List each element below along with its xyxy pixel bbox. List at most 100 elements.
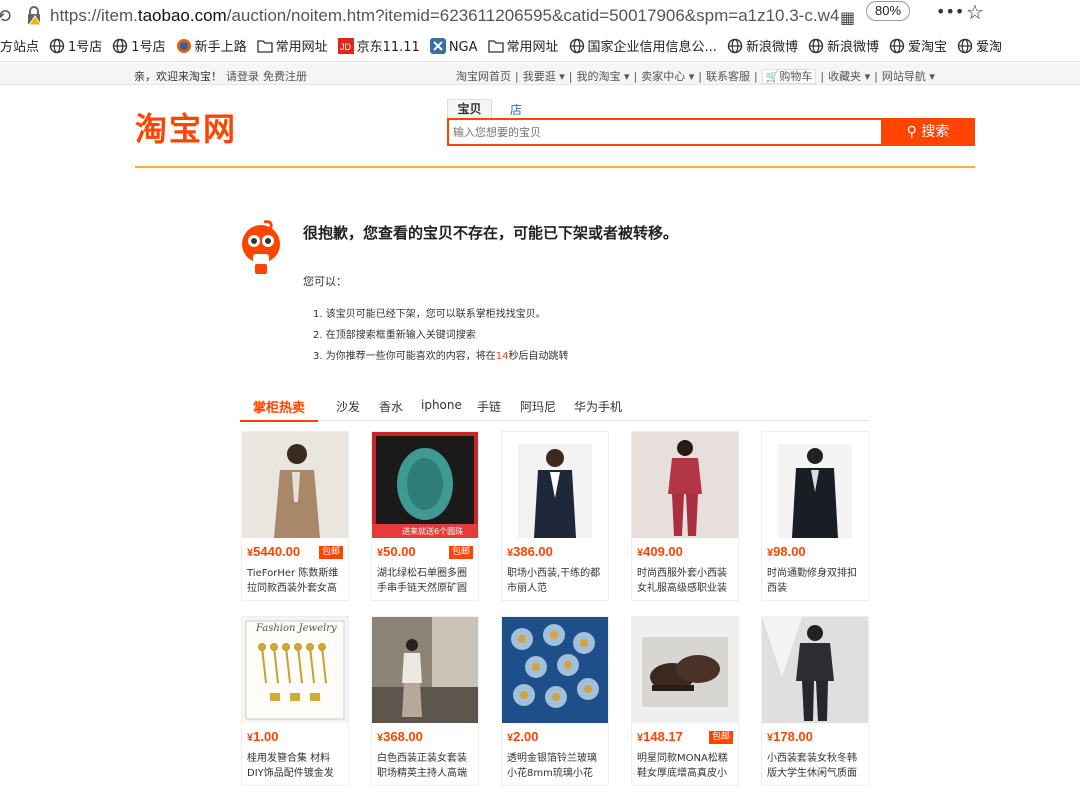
firefox-icon	[176, 38, 192, 54]
tab-item[interactable]: 宝贝	[447, 99, 492, 119]
bookmark-label: 爱淘	[976, 40, 1003, 55]
product-card[interactable]: ¥2.00 透明金银箔铃兰玻璃小花8mm琉璃小花	[501, 616, 609, 786]
product-card[interactable]: ¥148.17 包邮 明星同款MONA松糕鞋女厚底增高真皮小	[631, 616, 739, 786]
product-image[interactable]	[762, 617, 868, 723]
product-card[interactable]: ¥98.00 时尚通勤修身双排扣西装	[761, 431, 869, 601]
tip-1: 1. 该宝贝可能已经下架，您可以联系掌柜找找宝贝。	[313, 309, 546, 320]
nav-link-0[interactable]: 淘宝网首页	[456, 70, 511, 83]
bookmark-label: 京东11.11	[356, 40, 420, 55]
product-price: ¥98.00	[767, 544, 806, 559]
nav-separator: |	[633, 70, 638, 83]
search-input[interactable]	[449, 120, 874, 144]
rec-tab-4[interactable]: 手链	[477, 398, 501, 415]
globe-icon	[808, 38, 824, 54]
nga-icon	[429, 38, 446, 54]
bookmark-label: 新手上路	[194, 40, 247, 55]
rec-tab-1[interactable]: 沙发	[336, 398, 360, 415]
product-title[interactable]: 职场小西装,干练的都市丽人范	[507, 566, 605, 596]
nav-separator: |	[753, 70, 758, 83]
product-title[interactable]: 时尚西服外套小西装女礼服高级感职业装	[637, 566, 735, 596]
back-icon[interactable]: ⟲	[0, 6, 11, 27]
product-image[interactable]	[632, 432, 738, 538]
more-icon[interactable]: •••	[936, 2, 964, 21]
bookmark-label: 方站点	[0, 40, 40, 55]
globe-icon	[49, 38, 65, 54]
bookmark-label: 新浪微博	[745, 40, 798, 55]
rec-tab-5[interactable]: 阿玛尼	[520, 398, 556, 415]
header-divider	[135, 166, 975, 168]
product-image-overlay: Fashion Jewelry	[256, 623, 337, 634]
bookmark-7[interactable]: 常用网址	[487, 36, 559, 60]
product-image[interactable]: 进来就送6个圆珠	[372, 432, 478, 538]
nav-link-1[interactable]: 我要逛 ▾	[523, 70, 565, 83]
bookmark-0[interactable]: 方站点	[0, 36, 39, 60]
lock-warning-icon[interactable]	[26, 6, 42, 26]
product-price: ¥148.17	[637, 729, 683, 744]
rec-tab-6[interactable]: 华为手机	[574, 398, 622, 415]
nav-link-5[interactable]: 🛒购物车	[761, 69, 817, 84]
product-price: ¥5440.00	[247, 544, 301, 559]
tips-list: 1. 该宝贝可能已经下架，您可以联系掌柜找找宝贝。 2. 在顶部搜索框重新输入关…	[313, 304, 568, 367]
bookmark-5[interactable]: JD 京东11.11	[337, 36, 420, 60]
product-title[interactable]: 小西装套装女秋冬韩版大学生休闲气质面	[767, 751, 865, 781]
register-link[interactable]: 免费注册	[263, 70, 307, 83]
search-icon: ⚲	[906, 124, 922, 140]
tip-2: 2. 在顶部搜索框重新输入关键词搜索	[313, 330, 476, 341]
product-price: ¥386.00	[507, 544, 553, 559]
product-card[interactable]: ¥386.00 职场小西装,干练的都市丽人范	[501, 431, 609, 601]
jd-icon: JD	[337, 38, 354, 54]
bookmark-4[interactable]: 常用网址	[256, 36, 328, 60]
product-title[interactable]: 湖北绿松石单圈多圈手串手链天然原矿圆	[377, 566, 475, 596]
product-title[interactable]: 桂用发簪合集 材料DIY饰品配件镀金发	[247, 751, 345, 781]
nav-separator: |	[515, 70, 519, 83]
login-link[interactable]: 请登录	[226, 70, 259, 83]
product-image[interactable]	[502, 432, 608, 538]
product-image[interactable]	[372, 617, 478, 723]
nav-link-2[interactable]: 我的淘宝 ▾	[576, 70, 629, 83]
zoom-level[interactable]: 80%	[866, 1, 910, 21]
qr-code-icon[interactable]: ▦	[840, 8, 855, 27]
product-card[interactable]: 进来就送6个圆珠 ¥50.00 包邮 湖北绿松石单圈多圈手串手链天然原矿圆	[371, 431, 479, 601]
nav-separator: |	[874, 70, 878, 83]
product-card[interactable]: ¥409.00 时尚西服外套小西装女礼服高级感职业装	[631, 431, 739, 601]
url-text[interactable]: https://item.taobao.com/auction/noitem.h…	[50, 6, 850, 26]
nav-link-3[interactable]: 卖家中心 ▾	[641, 70, 694, 83]
bookmark-3[interactable]: 新手上路	[176, 36, 247, 60]
search-button[interactable]: ⚲ 搜索	[881, 118, 975, 146]
taobao-mascot-icon	[242, 220, 280, 274]
bookmark-star-icon[interactable]: ☆	[966, 0, 984, 24]
product-card[interactable]: ¥5440.00 包邮 TieForHer 陈数斯维拉同款西装外套女高	[241, 431, 349, 601]
product-card[interactable]: ¥368.00 白色西装正装女套装职场精英主持人高端	[371, 616, 479, 786]
bookmark-8[interactable]: 国家企业信用信息公...	[569, 36, 717, 60]
product-title[interactable]: 明星同款MONA松糕鞋女厚底增高真皮小	[637, 751, 735, 781]
bookmark-6[interactable]: NGA	[429, 36, 478, 60]
bookmark-9[interactable]: 新浪微博	[727, 36, 798, 60]
product-image[interactable]	[762, 432, 868, 538]
taobao-logo[interactable]: 淘宝网	[135, 104, 237, 150]
product-image[interactable]	[502, 617, 608, 723]
product-card[interactable]: ¥178.00 小西装套装女秋冬韩版大学生休闲气质面	[761, 616, 869, 786]
product-title[interactable]: 白色西装正装女套装职场精英主持人高端	[377, 751, 475, 781]
product-title[interactable]: 透明金银箔铃兰玻璃小花8mm琉璃小花	[507, 751, 605, 781]
product-price: ¥2.00	[507, 729, 539, 744]
bookmark-1[interactable]: 1号店	[49, 36, 102, 60]
product-title[interactable]: 时尚通勤修身双排扣西装	[767, 566, 865, 596]
globe-icon	[957, 38, 973, 54]
bookmark-11[interactable]: 爱淘宝	[889, 36, 947, 60]
svg-text:JD: JD	[340, 42, 352, 52]
bookmark-10[interactable]: 新浪微博	[808, 36, 879, 60]
site-top-nav: 亲，欢迎来淘宝！ 请登录 免费注册 淘宝网首页 | 我要逛 ▾ | 我的淘宝 ▾ | 卖家中心 …	[0, 63, 1080, 85]
nav-link-6[interactable]: 收藏夹 ▾	[828, 70, 870, 83]
welcome-text: 亲，欢迎来淘宝！ 请登录 免费注册	[134, 70, 307, 83]
product-title[interactable]: TieForHer 陈数斯维拉同款西装外套女高	[247, 566, 345, 596]
product-card[interactable]: Fashion Jewelry ¥1.00 桂用发簪合集 材料DIY饰品配件镀金发	[241, 616, 349, 786]
rec-tab-2[interactable]: 香水	[379, 398, 403, 415]
rec-tab-0[interactable]: 掌柜热卖	[240, 397, 319, 422]
rec-tab-3[interactable]: iphone	[421, 398, 462, 412]
product-image[interactable]	[632, 617, 738, 723]
nav-link-4[interactable]: 联系客服	[706, 70, 750, 83]
nav-link-7[interactable]: 网站导航 ▾	[882, 70, 935, 83]
bookmark-2[interactable]: 1号店	[112, 36, 166, 60]
bookmark-12[interactable]: 爱淘	[957, 36, 1002, 60]
product-image[interactable]	[242, 432, 348, 538]
